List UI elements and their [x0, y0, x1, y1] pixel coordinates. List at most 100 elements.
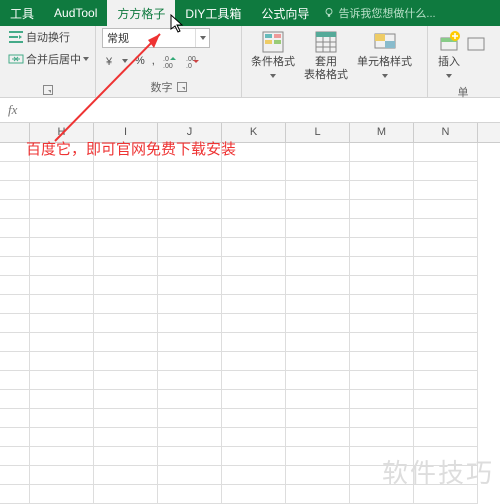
cell[interactable] [414, 428, 478, 447]
cell[interactable] [286, 466, 350, 485]
cell[interactable] [286, 409, 350, 428]
decrease-decimal-button[interactable]: .00.0 [183, 52, 203, 70]
cell[interactable] [222, 314, 286, 333]
cell[interactable] [350, 428, 414, 447]
cell[interactable] [222, 295, 286, 314]
cell[interactable] [414, 447, 478, 466]
cell[interactable] [94, 238, 158, 257]
cell[interactable] [350, 352, 414, 371]
wrap-text-button[interactable]: 自动换行 [6, 28, 89, 46]
cell[interactable] [30, 314, 94, 333]
table-row[interactable] [0, 390, 500, 409]
cell[interactable] [94, 333, 158, 352]
cell[interactable] [350, 466, 414, 485]
formula-bar-fx[interactable]: fx [0, 98, 500, 123]
cell[interactable] [222, 447, 286, 466]
cell[interactable] [286, 181, 350, 200]
tab-formula-guide[interactable]: 公式向导 [251, 0, 319, 26]
cell[interactable] [94, 295, 158, 314]
comma-button[interactable]: , [150, 54, 157, 68]
cell[interactable] [94, 314, 158, 333]
cell[interactable] [222, 371, 286, 390]
format-as-table-button[interactable]: 套用 表格格式 [301, 28, 351, 84]
cell[interactable] [350, 390, 414, 409]
cell[interactable] [30, 333, 94, 352]
tab-diy[interactable]: DIY工具箱 [175, 0, 251, 26]
cell[interactable] [286, 485, 350, 504]
cell[interactable] [94, 485, 158, 504]
cell[interactable] [414, 485, 478, 504]
table-row[interactable] [0, 409, 500, 428]
cell-styles-button[interactable]: 单元格样式 [354, 28, 415, 84]
cell[interactable] [222, 200, 286, 219]
cell-grid[interactable] [0, 143, 500, 504]
cell[interactable] [286, 200, 350, 219]
delete-button[interactable] [467, 28, 485, 58]
table-row[interactable] [0, 181, 500, 200]
cell[interactable] [0, 428, 30, 447]
cell[interactable] [30, 390, 94, 409]
cell[interactable] [94, 409, 158, 428]
cell[interactable] [286, 143, 350, 162]
cell[interactable] [94, 371, 158, 390]
cell[interactable] [286, 428, 350, 447]
cell[interactable] [350, 238, 414, 257]
cell[interactable] [158, 409, 222, 428]
cell[interactable] [94, 257, 158, 276]
cell[interactable] [222, 257, 286, 276]
cell[interactable] [350, 219, 414, 238]
cell[interactable] [414, 333, 478, 352]
cell[interactable] [0, 333, 30, 352]
cell[interactable] [286, 257, 350, 276]
cell[interactable] [286, 390, 350, 409]
table-row[interactable] [0, 333, 500, 352]
cell[interactable] [30, 181, 94, 200]
cell[interactable] [286, 314, 350, 333]
cell[interactable] [414, 352, 478, 371]
cell[interactable] [286, 238, 350, 257]
cell[interactable] [30, 162, 94, 181]
cell[interactable] [94, 352, 158, 371]
cell[interactable] [0, 447, 30, 466]
cell[interactable] [0, 485, 30, 504]
cell[interactable] [286, 371, 350, 390]
table-row[interactable] [0, 200, 500, 219]
cell[interactable] [158, 447, 222, 466]
cell[interactable] [222, 162, 286, 181]
cell[interactable] [222, 466, 286, 485]
table-row[interactable] [0, 238, 500, 257]
cell[interactable] [158, 162, 222, 181]
cell[interactable] [158, 333, 222, 352]
cell[interactable] [222, 409, 286, 428]
cell[interactable] [0, 295, 30, 314]
number-format-combo[interactable] [102, 28, 210, 48]
cell[interactable] [0, 409, 30, 428]
cell[interactable] [0, 314, 30, 333]
cell[interactable] [0, 352, 30, 371]
cell[interactable] [414, 409, 478, 428]
cell[interactable] [30, 371, 94, 390]
insert-button[interactable]: 插入 [434, 28, 464, 84]
tab-audtool[interactable]: AudTool [44, 0, 107, 26]
table-row[interactable] [0, 428, 500, 447]
cell[interactable] [30, 200, 94, 219]
cell[interactable] [94, 428, 158, 447]
cell[interactable] [350, 333, 414, 352]
cell[interactable] [30, 485, 94, 504]
cell[interactable] [414, 314, 478, 333]
cell[interactable] [350, 485, 414, 504]
cell[interactable] [158, 219, 222, 238]
table-row[interactable] [0, 447, 500, 466]
cell[interactable] [414, 181, 478, 200]
cell[interactable] [350, 276, 414, 295]
conditional-format-button[interactable]: 条件格式 [248, 28, 298, 84]
cell[interactable] [222, 428, 286, 447]
cell[interactable] [94, 276, 158, 295]
cell[interactable] [222, 390, 286, 409]
cell[interactable] [158, 371, 222, 390]
cell[interactable] [94, 466, 158, 485]
cell[interactable] [286, 219, 350, 238]
cell[interactable] [350, 409, 414, 428]
cell[interactable] [414, 466, 478, 485]
cell[interactable] [222, 238, 286, 257]
